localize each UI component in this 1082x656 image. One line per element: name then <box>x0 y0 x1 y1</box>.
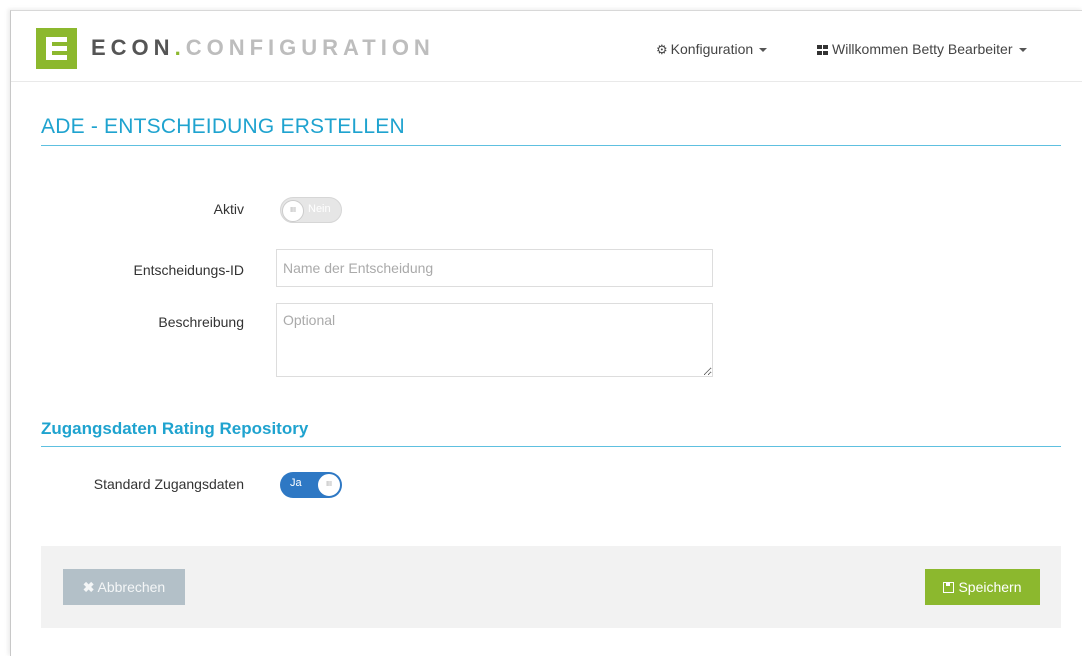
standard-zugangsdaten-toggle[interactable]: Ja III <box>280 472 342 498</box>
cancel-button-label: Abbrechen <box>97 578 166 595</box>
standard-toggle-knob: III <box>318 474 340 496</box>
nav-konfiguration-label: Konfiguration <box>670 41 754 57</box>
beschreibung-label: Beschreibung <box>158 314 244 330</box>
entscheidungs-id-input[interactable] <box>276 249 713 287</box>
beschreibung-textarea[interactable] <box>276 303 713 377</box>
cancel-button[interactable]: ✖ Abbrechen <box>63 569 185 605</box>
brand-second: CONFIGURATION <box>185 35 435 60</box>
chevron-down-icon <box>759 48 768 53</box>
top-navbar: ECON.CONFIGURATION ⚙ Konfiguration Willko… <box>11 11 1082 82</box>
aktiv-label: Aktiv <box>213 201 244 217</box>
title-divider <box>41 145 1061 146</box>
page-title: ADE - ENTSCHEIDUNG ERSTELLEN <box>41 115 405 138</box>
save-button[interactable]: Speichern <box>925 569 1040 605</box>
floppy-disk-icon <box>943 582 955 593</box>
logo-e-icon[interactable] <box>36 28 77 69</box>
standard-toggle-state: Ja <box>290 477 302 489</box>
grid-icon <box>817 45 829 55</box>
nav-user-menu[interactable]: Willkommen Betty Bearbeiter <box>817 41 1027 57</box>
form-footer: ✖ Abbrechen Speichern <box>41 546 1061 628</box>
chevron-down-icon <box>1018 48 1027 53</box>
brand-dot: . <box>174 35 186 60</box>
section-divider <box>41 446 1061 447</box>
times-icon: ✖ <box>82 578 95 595</box>
nav-konfiguration[interactable]: ⚙ Konfiguration <box>656 41 768 58</box>
section-title: Zugangsdaten Rating Repository <box>41 419 309 438</box>
aktiv-toggle-knob: III <box>282 200 304 222</box>
standard-zugangsdaten-label: Standard Zugangsdaten <box>93 476 244 492</box>
aktiv-toggle-state: Nein <box>308 203 331 215</box>
brand-first: ECON <box>91 35 175 60</box>
save-button-label: Speichern <box>958 579 1022 595</box>
entscheidungs-id-label: Entscheidungs-ID <box>133 262 244 278</box>
brand-name[interactable]: ECON.CONFIGURATION <box>91 35 435 61</box>
nav-user-label: Willkommen Betty Bearbeiter <box>832 41 1013 57</box>
gear-icon: ⚙ <box>656 42 668 57</box>
aktiv-toggle[interactable]: III Nein <box>280 197 342 223</box>
app-window: ECON.CONFIGURATION ⚙ Konfiguration Willko… <box>10 10 1082 656</box>
